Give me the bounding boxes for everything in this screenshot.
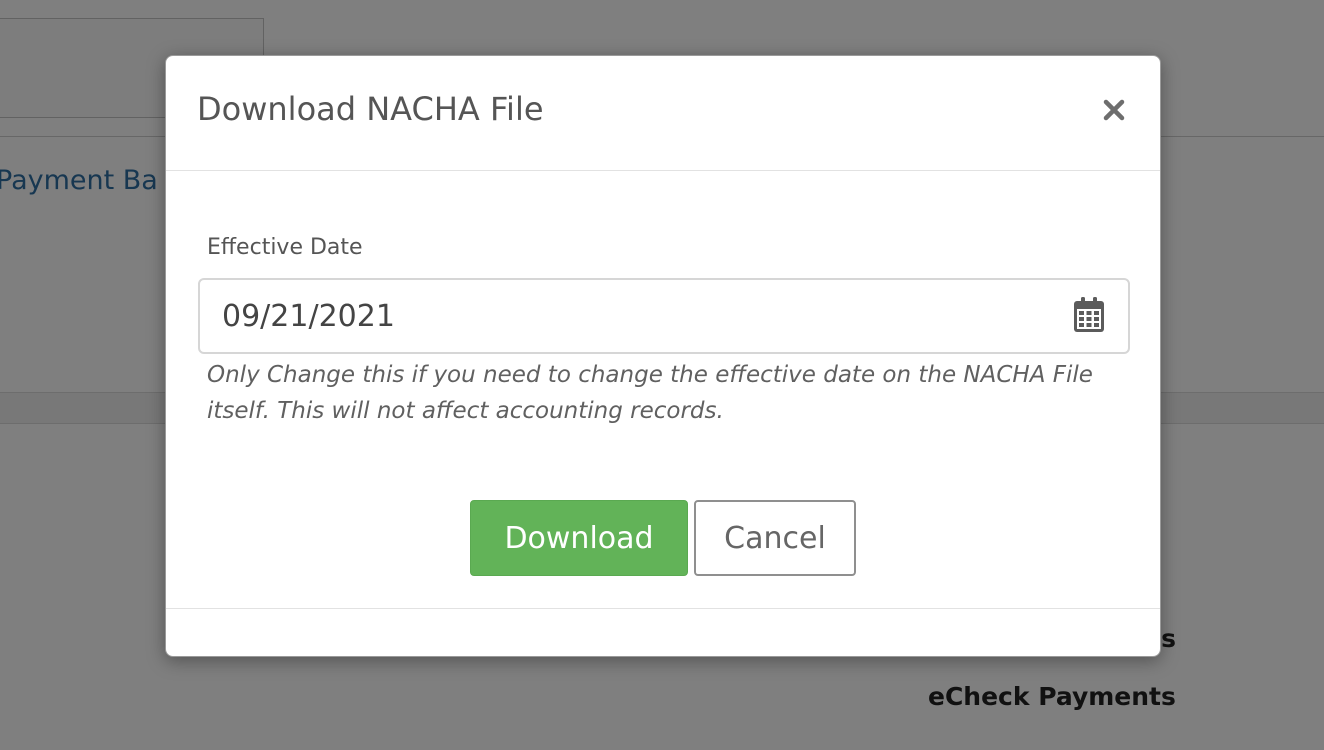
effective-date-help-text: Only Change this if you need to change t…: [207, 362, 1093, 424]
modal-header: Download NACHA File: [166, 56, 1160, 171]
modal-footer: [166, 608, 1160, 656]
modal-body: Effective Date Only Change this if you n…: [166, 171, 1160, 608]
close-icon: [1103, 99, 1125, 121]
calendar-icon[interactable]: [1073, 297, 1105, 333]
effective-date-label: Effective Date: [207, 235, 363, 260]
download-nacha-modal: Download NACHA File Effective Date 09/21…: [165, 55, 1161, 657]
effective-date-input[interactable]: [222, 294, 1042, 338]
modal-title: Download NACHA File: [197, 90, 544, 128]
close-button[interactable]: [1096, 92, 1132, 128]
download-button[interactable]: Download: [470, 500, 688, 576]
effective-date-field[interactable]: [198, 278, 1130, 354]
cancel-button[interactable]: Cancel: [694, 500, 856, 576]
